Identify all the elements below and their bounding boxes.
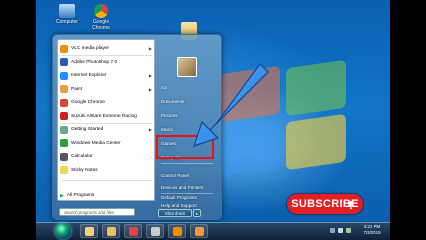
start-menu-item[interactable]: Getting Started ▶ bbox=[60, 124, 154, 135]
search-programs-input[interactable]: Search programs and files bbox=[59, 208, 135, 216]
taskbar-button[interactable] bbox=[168, 224, 186, 238]
start-menu-item[interactable]: Windows Media Center bbox=[60, 138, 154, 149]
getting-started-icon bbox=[60, 125, 68, 134]
folder-icon bbox=[106, 227, 116, 236]
media-center-icon bbox=[60, 139, 68, 147]
volume-icon[interactable] bbox=[338, 228, 343, 233]
left-letterbox bbox=[0, 0, 36, 240]
submenu-arrow-icon: ▶ bbox=[148, 86, 152, 92]
right-letterbox bbox=[390, 0, 426, 240]
chrome-icon bbox=[60, 98, 68, 107]
start-menu-link[interactable]: Control Panel bbox=[161, 173, 189, 178]
start-menu-item[interactable]: Paint ▶ bbox=[60, 84, 154, 95]
submenu-arrow-icon: ▶ bbox=[148, 73, 152, 78]
separator bbox=[62, 180, 152, 181]
start-menu-programs-pane: VLC media player ▶ Adobe Photoshop 7.0 Inte… bbox=[57, 39, 155, 201]
separator bbox=[161, 163, 213, 164]
paint-icon bbox=[60, 85, 68, 93]
start-menu-link[interactable]: Devices and Printers bbox=[161, 185, 203, 190]
start-menu-item[interactable]: VLC media player ▶ bbox=[60, 43, 154, 54]
start-menu-item[interactable]: Sticky Notes bbox=[60, 165, 154, 176]
start-menu-item-label: Suzuki Alstare Extreme Racing bbox=[71, 113, 137, 119]
start-menu-item-label: Paint bbox=[71, 86, 82, 92]
start-menu-item[interactable]: Adobe Photoshop 7.0 bbox=[60, 57, 154, 68]
chrome-icon bbox=[94, 4, 108, 18]
photoshop-icon bbox=[60, 58, 68, 66]
start-menu-link[interactable]: A3 bbox=[161, 85, 167, 90]
desktop-screen: { "desktop": { "icons": [ {"label": "Com… bbox=[0, 0, 426, 240]
shutdown-button[interactable]: Shut down bbox=[158, 209, 192, 217]
taskbar-button[interactable] bbox=[146, 224, 164, 238]
start-menu-item-label: Getting Started bbox=[71, 127, 104, 132]
start-menu-link[interactable]: Pictures bbox=[161, 113, 178, 118]
start-menu-link[interactable]: Help and Support bbox=[161, 203, 197, 208]
explorer-icon bbox=[84, 227, 94, 236]
start-menu-link[interactable]: Default Programs bbox=[161, 195, 197, 200]
start-menu-item-label: VLC media player bbox=[71, 46, 110, 51]
chevron-right-icon: ▸ bbox=[195, 210, 198, 216]
start-menu-item-label: Google Chrome bbox=[71, 100, 105, 105]
network-icon[interactable] bbox=[330, 228, 335, 233]
taskbar-button[interactable] bbox=[80, 224, 98, 238]
chrome-icon bbox=[128, 227, 138, 236]
start-menu-item[interactable]: Suzuki Alstare Extreme Racing bbox=[60, 111, 154, 122]
start-menu-item-label: Sticky Notes bbox=[71, 167, 98, 173]
desktop-icon-computer[interactable]: Computer bbox=[52, 4, 82, 25]
racing-game-icon bbox=[60, 112, 68, 120]
submenu-arrow-icon: ▶ bbox=[148, 46, 152, 51]
taskbar-button[interactable] bbox=[190, 224, 208, 238]
arrow-right-icon: ▶ bbox=[60, 192, 64, 199]
shutdown-options-button[interactable]: ▸ bbox=[193, 209, 201, 217]
vlc-icon bbox=[60, 44, 68, 53]
paint-icon bbox=[194, 227, 204, 236]
start-menu-link[interactable]: Music bbox=[161, 127, 173, 132]
start-menu-item-label: Adobe Photoshop 7.0 bbox=[71, 59, 118, 65]
system-clock[interactable]: 3:21 PM 7/3/2019 bbox=[356, 224, 388, 236]
start-menu-item[interactable]: Google Chrome bbox=[60, 97, 154, 108]
separator bbox=[161, 193, 213, 194]
start-menu-item[interactable]: Calculator bbox=[60, 151, 154, 162]
start-menu-item[interactable]: Internet Explorer ▶ bbox=[60, 70, 154, 81]
taskbar-button[interactable] bbox=[102, 224, 120, 238]
submenu-arrow-icon: ▶ bbox=[148, 127, 152, 132]
taskbar-button[interactable] bbox=[124, 224, 142, 238]
desktop-icon-google-chrome[interactable]: Google Chrome bbox=[86, 4, 116, 31]
all-programs-button[interactable]: ▶ All Programs bbox=[60, 190, 154, 201]
vlc-icon bbox=[172, 227, 182, 236]
bell-icon bbox=[347, 201, 355, 210]
action-center-icon[interactable] bbox=[346, 228, 351, 233]
media-player-icon bbox=[150, 227, 160, 236]
pointer-arrow-icon bbox=[193, 63, 269, 147]
sticky-notes-icon bbox=[60, 166, 68, 174]
start-button[interactable] bbox=[55, 223, 71, 239]
internet-explorer-icon bbox=[60, 71, 68, 80]
start-menu-item-label: Calculator bbox=[71, 154, 93, 159]
calculator-icon bbox=[60, 152, 68, 161]
start-menu-item-label: Windows Media Center bbox=[71, 140, 121, 146]
start-menu-item-label: Internet Explorer bbox=[71, 73, 107, 78]
computer-icon bbox=[59, 4, 75, 18]
